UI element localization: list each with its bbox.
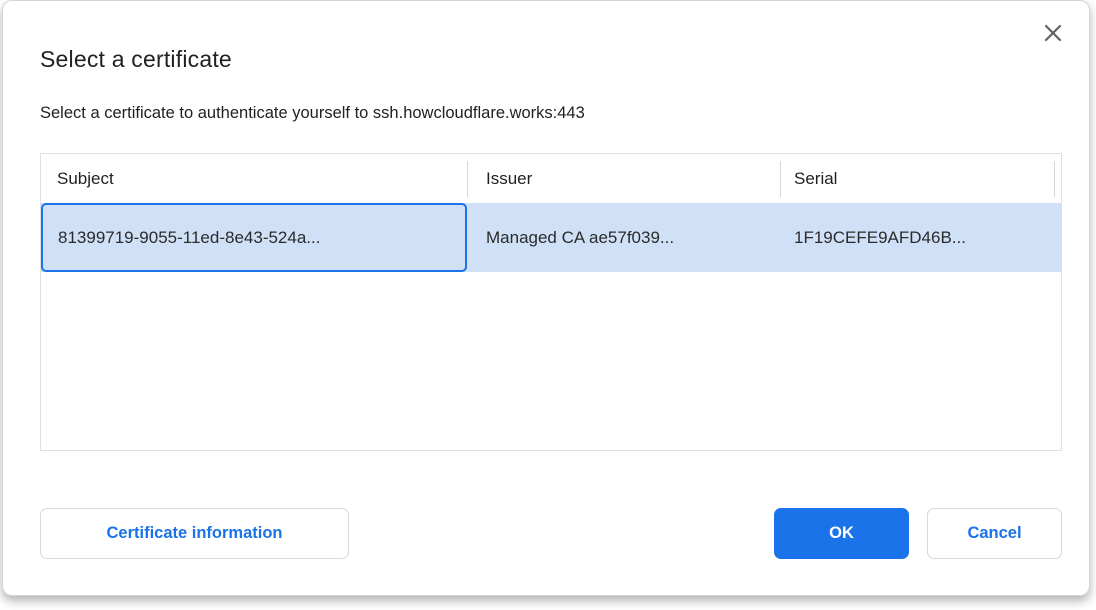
scrollbar-gutter <box>1054 154 1061 203</box>
certificate-row-selected[interactable]: 81399719-9055-11ed-8e43-524a... Managed … <box>41 203 1061 272</box>
certificate-issuer-cell[interactable]: Managed CA ae57f039... <box>467 203 780 272</box>
column-separator <box>780 161 781 197</box>
certificate-serial-cell[interactable]: 1F19CEFE9AFD46B... <box>780 203 1054 272</box>
certificate-information-button[interactable]: Certificate information <box>40 508 349 559</box>
column-header-issuer-label: Issuer <box>486 169 532 189</box>
certificate-select-dialog: Select a certificate Select a certificat… <box>2 0 1090 596</box>
certificate-table: Subject Issuer Serial 81399719-9055-11ed… <box>40 153 1062 451</box>
column-separator <box>467 161 468 197</box>
column-header-serial[interactable]: Serial <box>780 154 1054 203</box>
column-header-serial-label: Serial <box>794 169 837 189</box>
certificate-subject-cell[interactable]: 81399719-9055-11ed-8e43-524a... <box>41 203 467 272</box>
ok-button[interactable]: OK <box>774 508 909 559</box>
column-header-subject[interactable]: Subject <box>41 154 467 203</box>
screenshot-canvas: Select a certificate Select a certificat… <box>0 0 1096 610</box>
table-header-row: Subject Issuer Serial <box>41 154 1061 203</box>
column-separator <box>1054 161 1055 197</box>
cancel-button[interactable]: Cancel <box>927 508 1062 559</box>
close-icon <box>1044 24 1062 47</box>
dialog-subtitle: Select a certificate to authenticate you… <box>40 104 585 123</box>
close-button[interactable] <box>1041 23 1065 47</box>
column-header-issuer[interactable]: Issuer <box>467 154 780 203</box>
dialog-title: Select a certificate <box>40 46 232 73</box>
